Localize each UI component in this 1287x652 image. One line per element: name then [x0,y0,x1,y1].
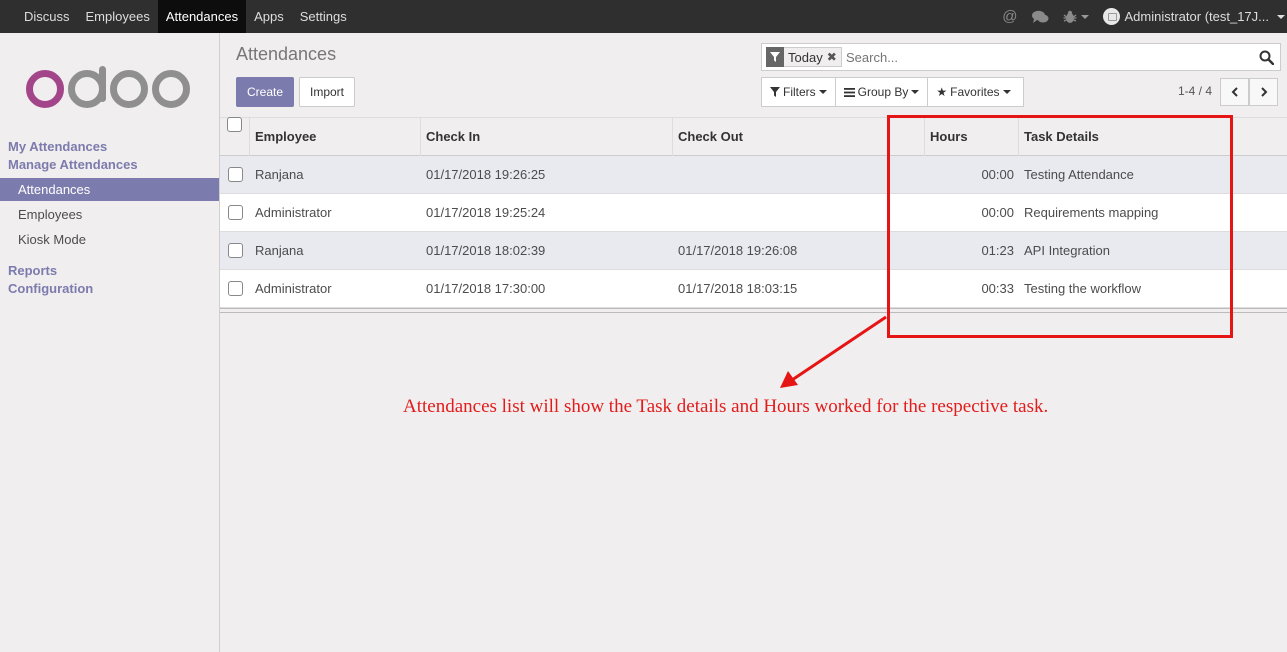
create-button[interactable]: Create [236,77,295,107]
filter-icon [766,46,784,67]
sidebar-item-kiosk-mode[interactable]: Kiosk Mode [0,228,219,251]
row-checkbox[interactable] [227,167,243,182]
employee-cell: Ranjana [255,167,304,182]
odoo-logo[interactable] [26,66,194,115]
user-name: Administrator (test_17J... [1124,9,1270,24]
sidebar-reports[interactable]: Reports [8,263,57,278]
check-in-cell: 01/17/2018 19:25:24 [426,205,546,220]
chevron-left-icon [1231,87,1238,97]
check-in-cell: 01/17/2018 18:02:39 [426,243,546,258]
nav-apps[interactable]: Apps [246,0,292,33]
pager-previous-button[interactable] [1220,78,1249,106]
chevron-down-icon [1002,90,1011,94]
search-input[interactable] [846,44,1236,70]
select-all-checkbox[interactable] [227,117,242,132]
list-icon [843,87,855,97]
sidebar: My Attendances Manage Attendances Attend… [0,33,220,652]
filters-button[interactable]: Filters [761,77,836,107]
search-icon[interactable] [1259,50,1275,68]
group-by-button[interactable]: Group By [834,77,929,107]
annotation-arrow-icon [780,315,887,388]
facet-label: Today [788,49,823,65]
nav-discuss[interactable]: Discuss [16,0,78,33]
filter-icon [770,87,780,97]
nav-employees[interactable]: Employees [78,0,158,33]
star-icon: ★ [936,85,948,99]
sidebar-manage-attendances[interactable]: Manage Attendances [8,157,138,172]
annotation-text: Attendances list will show the Task deta… [403,396,1049,417]
chevron-down-icon [911,90,920,94]
pager-value[interactable]: 1-4 / 4 [1178,84,1212,98]
employee-cell: Ranjana [255,243,304,258]
chevron-right-icon [1260,87,1267,97]
page-title: Attendances [236,44,337,64]
row-checkbox[interactable] [227,205,243,220]
filters-label: Filters [783,85,816,99]
chevron-down-icon [818,90,827,94]
sidebar-item-attendances[interactable]: Attendances [0,178,219,201]
sidebar-my-attendances[interactable]: My Attendances [8,139,107,154]
chat-bubbles-icon[interactable] [1031,10,1049,24]
nav-settings[interactable]: Settings [292,0,355,33]
app-menu: Discuss Employees Attendances Apps Setti… [16,0,355,33]
chevron-down-icon [1080,14,1089,19]
import-button[interactable]: Import [299,77,356,107]
select-all-cell [220,117,250,156]
column-header-check-in[interactable]: Check In [421,117,673,156]
nav-attendances[interactable]: Attendances [157,0,247,33]
odoo-logo-icon [26,66,190,108]
search-options: Filters Group By ★ Favorites [761,77,1025,107]
row-checkbox[interactable] [227,281,243,296]
row-checkbox-cell [220,243,250,258]
search-bar: Today ✖ [761,43,1281,71]
row-checkbox-cell [220,167,250,182]
annotation-highlight-box [887,115,1233,338]
avatar [1102,8,1120,25]
debug-bug-icon[interactable] [1063,10,1089,24]
search-facet-today[interactable]: Today ✖ [766,46,842,67]
row-checkbox-cell [220,281,250,296]
favorites-button[interactable]: ★ Favorites [927,77,1025,107]
top-navbar: Discuss Employees Attendances Apps Setti… [0,0,1287,33]
row-checkbox-cell [220,205,250,220]
favorites-label: Favorites [950,85,1000,99]
user-menu[interactable]: Administrator (test_17J... [1102,8,1287,25]
chevron-down-icon [1277,14,1285,19]
sidebar-configuration[interactable]: Configuration [8,281,93,296]
at-mention-icon[interactable]: @ [1002,8,1017,25]
group-by-label: Group By [857,85,909,99]
close-icon[interactable]: ✖ [827,50,841,64]
column-header-employee[interactable]: Employee [250,117,421,156]
sidebar-item-employees[interactable]: Employees [0,203,219,226]
employee-cell: Administrator [255,205,332,220]
check-in-cell: 01/17/2018 19:26:25 [426,167,546,182]
pager-next-button[interactable] [1249,78,1278,106]
systray: @ Administrator (test_17J... [1002,0,1287,33]
employee-cell: Administrator [255,281,332,296]
row-checkbox[interactable] [227,243,243,258]
check-in-cell: 01/17/2018 17:30:00 [426,281,546,296]
